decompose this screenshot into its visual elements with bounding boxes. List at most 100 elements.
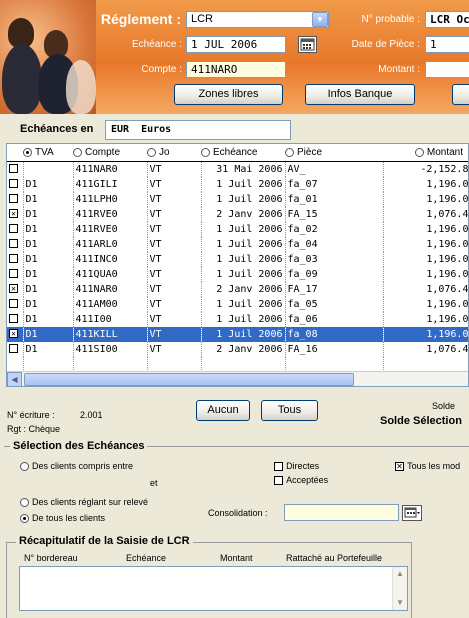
recap-list[interactable]: ▲ ▼ <box>19 566 408 611</box>
radio-clients-releve[interactable]: Des clients réglant sur relevé <box>20 496 148 508</box>
col-montant[interactable]: Montant <box>383 144 468 162</box>
no-ecriture-label: N° écriture : <box>7 410 55 420</box>
row-checkbox[interactable] <box>7 236 24 252</box>
row-checkbox[interactable]: ✕ <box>7 326 24 342</box>
cell-montant: 1,076.40 <box>383 206 468 222</box>
row-checkbox[interactable] <box>7 266 24 282</box>
cell-montant: 1,196.00 <box>383 296 468 312</box>
checkbox-icon <box>9 164 18 173</box>
table-row[interactable]: D1411SI00VT2 Janv 2006FA_161,076.40 <box>7 341 468 357</box>
checkbox-icon <box>9 179 18 188</box>
table-row[interactable]: ✕ D1411RVE0VT2 Janv 2006FA_151,076.40 <box>7 206 468 222</box>
scroll-up-icon[interactable]: ▲ <box>393 567 407 581</box>
sort-radio-icon <box>285 147 294 157</box>
row-checkbox[interactable] <box>7 191 24 207</box>
cell-jo: VT <box>147 236 202 252</box>
col-tva[interactable]: TVA <box>23 144 73 162</box>
no-probable-label: N° probable : <box>361 14 420 25</box>
recap-scrollbar[interactable]: ▲ ▼ <box>392 567 407 610</box>
row-checkbox[interactable] <box>7 311 24 327</box>
cell-piece: fa_01 <box>285 191 384 207</box>
table-row[interactable]: D1411RVE0VT1 Juil 2006fa_021,196.00 <box>7 221 468 237</box>
col-compte[interactable]: Compte <box>73 144 147 162</box>
cell-echeance: 1 Juil 2006 <box>201 191 286 207</box>
row-checkbox[interactable]: ✕ <box>7 281 24 297</box>
cell-piece: AV_ <box>285 161 384 177</box>
row-checkbox[interactable] <box>7 161 24 177</box>
scroll-thumb[interactable] <box>24 373 354 386</box>
scroll-down-icon[interactable]: ▼ <box>393 596 407 610</box>
cell-jo: VT <box>147 221 202 237</box>
cell-echeance: 1 Juil 2006 <box>201 251 286 267</box>
radio-icon <box>20 513 29 523</box>
empty-cell <box>147 356 202 372</box>
radio-tous-clients[interactable]: De tous les clients <box>20 512 105 524</box>
checkbox-acceptees[interactable]: Acceptées <box>274 474 328 486</box>
cell-jo: VT <box>147 326 202 342</box>
empty-row <box>7 356 468 372</box>
no-probable-field[interactable]: LCR Oc <box>425 11 469 28</box>
extra-button[interactable] <box>452 84 469 105</box>
checkbox-icon <box>9 314 18 323</box>
cell-piece: fa_06 <box>285 311 384 327</box>
grid-scrollbar[interactable]: ◀ <box>7 371 468 387</box>
solde-label: Solde <box>432 401 456 411</box>
row-checkbox[interactable] <box>7 176 24 192</box>
aucun-button[interactable]: Aucun <box>196 400 250 421</box>
cell-montant: 1,196.00 <box>383 191 468 207</box>
row-checkbox[interactable]: ✕ <box>7 206 24 222</box>
table-row[interactable]: ✕ D1411NAR0VT2 Janv 2006FA_171,076.40 <box>7 281 468 297</box>
compte-field[interactable]: 411NARO <box>186 61 286 78</box>
row-checkbox[interactable] <box>7 296 24 312</box>
table-row[interactable]: D1411ARL0VT1 Juil 2006fa_041,196.00 <box>7 236 468 252</box>
cell-montant: 1,196.00 <box>383 251 468 267</box>
checkbox-checked-icon: ✕ <box>9 209 18 218</box>
scroll-left-icon[interactable]: ◀ <box>7 372 22 387</box>
table-row[interactable]: ✕ D1411KILLVT1 Juil 2006fa_081,196.00 <box>7 326 468 342</box>
consolidation-picker-icon[interactable] <box>402 505 422 521</box>
reglement-dropdown-icon[interactable]: ▼ <box>312 12 328 27</box>
calendar-icon[interactable] <box>298 36 317 53</box>
row-checkbox[interactable] <box>7 221 24 237</box>
echeances-grid[interactable]: TVA Compte Jo Echéance Pièce Montant 411… <box>6 143 469 387</box>
table-row[interactable]: D1411I00VT1 Juil 2006fa_061,196.00 <box>7 311 468 327</box>
consolidation-field[interactable] <box>284 504 399 521</box>
cell-echeance: 31 Mai 2006 <box>201 161 286 177</box>
cell-piece: fa_03 <box>285 251 384 267</box>
currency-field[interactable]: EUR Euros <box>105 120 291 140</box>
table-row[interactable]: D1411INC0VT1 Juil 2006fa_031,196.00 <box>7 251 468 267</box>
col-jo[interactable]: Jo <box>147 144 201 162</box>
row-checkbox[interactable] <box>7 251 24 267</box>
cell-tva: D1 <box>23 251 74 267</box>
zones-libres-button[interactable]: Zones libres <box>174 84 283 105</box>
tous-button[interactable]: Tous <box>261 400 318 421</box>
sort-radio-icon <box>147 147 156 157</box>
table-row[interactable]: D1411LPH0VT1 Juil 2006fa_011,196.00 <box>7 191 468 207</box>
table-row[interactable]: D1411QUA0VT1 Juil 2006fa_091,196.00 <box>7 266 468 282</box>
col-echeance[interactable]: Echéance <box>201 144 285 162</box>
checkbox-icon <box>274 461 283 471</box>
montant-field[interactable] <box>425 61 469 78</box>
table-row[interactable]: D1411AM00VT1 Juil 2006fa_051,196.00 <box>7 296 468 312</box>
cell-piece: FA_15 <box>285 206 384 222</box>
echeance-field[interactable]: 1 JUL 2006 <box>186 36 286 53</box>
table-row[interactable]: 411NAR0VT31 Mai 2006AV_-2,152.80 <box>7 161 468 177</box>
date-piece-field[interactable]: 1 <box>425 36 469 53</box>
table-row[interactable]: D1411GILIVT1 Juil 2006fa_071,196.00 <box>7 176 468 192</box>
cell-jo: VT <box>147 281 202 297</box>
row-checkbox[interactable] <box>7 341 24 357</box>
cell-echeance: 1 Juil 2006 <box>201 311 286 327</box>
cell-jo: VT <box>147 176 202 192</box>
solde-selection-label: Solde Sélection <box>380 415 462 427</box>
date-piece-label: Date de Pièce : <box>351 39 420 50</box>
checkbox-icon <box>9 194 18 203</box>
cell-echeance: 1 Juil 2006 <box>201 236 286 252</box>
checkbox-tous-modes[interactable]: ✕ Tous les mod <box>395 460 460 472</box>
radio-clients-entre[interactable]: Des clients compris entre <box>20 460 133 472</box>
checkbox-directes[interactable]: Directes <box>274 460 319 472</box>
col-piece[interactable]: Pièce <box>285 144 383 162</box>
cell-jo: VT <box>147 311 202 327</box>
reglement-select[interactable]: LCR <box>186 11 329 28</box>
cell-piece: fa_07 <box>285 176 384 192</box>
infos-banque-button[interactable]: Infos Banque <box>305 84 415 105</box>
